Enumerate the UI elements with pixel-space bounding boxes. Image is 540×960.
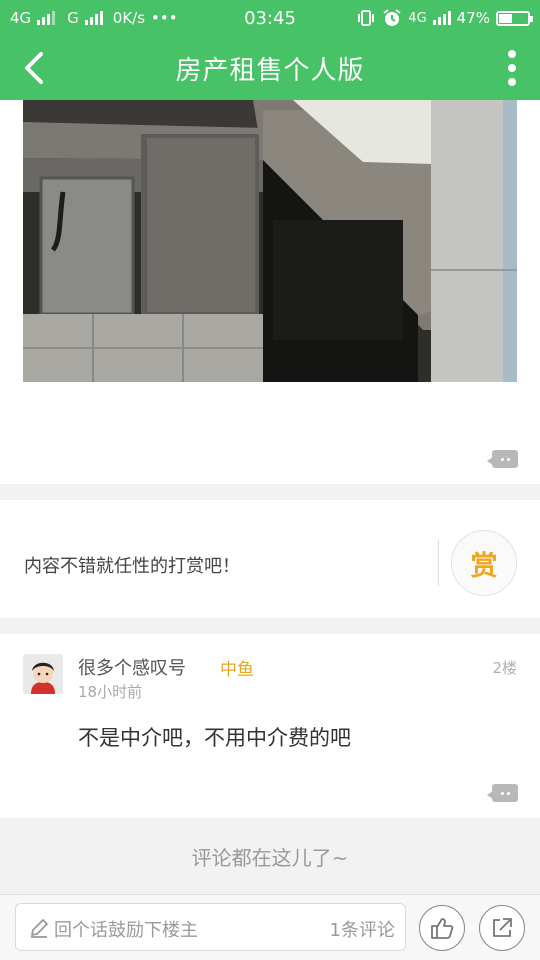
back-button[interactable] — [16, 50, 52, 86]
vibrate-icon — [358, 10, 375, 26]
reply-time: 18小时前 — [78, 683, 143, 701]
chevron-left-icon — [25, 52, 43, 84]
reward-divider — [438, 540, 439, 586]
reply-content: 不是中介吧，不用中介费的吧 — [78, 726, 351, 750]
notification-dots: ••• — [151, 9, 178, 27]
all-comments-label: 评论都在这儿了~ — [0, 818, 540, 894]
network-type-2: G — [67, 9, 79, 27]
pencil-icon — [31, 919, 48, 938]
reply-username[interactable]: 很多个感叹号 — [78, 654, 186, 680]
more-button[interactable] — [504, 48, 520, 88]
nav-bar: 房产租售个人版 — [0, 36, 540, 100]
kitchen-photo[interactable] — [23, 100, 517, 382]
more-vertical-icon — [508, 50, 516, 58]
post-body — [0, 100, 540, 484]
page-title: 房产租售个人版 — [175, 55, 365, 86]
thumbs-up-icon — [431, 918, 454, 939]
comment-count[interactable]: 1条评论 — [330, 916, 395, 942]
floor-number: 2楼 — [492, 659, 517, 677]
reward-button[interactable]: 赏 — [451, 530, 517, 596]
share-button[interactable] — [479, 905, 525, 951]
avatar[interactable] — [23, 654, 63, 694]
share-icon — [493, 918, 512, 937]
reward-card: 内容不错就任性的打赏吧！ 赏 — [0, 500, 540, 618]
status-bar: 4G G 0K/s ••• 03:45 4G 47% — [0, 0, 540, 36]
signal-icon-3 — [432, 11, 451, 25]
reply-comment-icon[interactable] — [487, 784, 518, 802]
reward-prompt: 内容不错就任性的打赏吧！ — [24, 556, 240, 577]
battery-percent: 47% — [456, 9, 490, 27]
signal-icon-2 — [84, 11, 103, 25]
reply-item: 很多个感叹号 中鱼 2楼 18小时前 不是中介吧，不用中介费的吧 — [0, 634, 540, 818]
comment-icon[interactable] — [487, 450, 518, 468]
comment-input[interactable]: 回个话鼓励下楼主 1条评论 — [15, 903, 406, 951]
like-button[interactable] — [419, 905, 465, 951]
network-speed: 0K/s — [112, 9, 146, 27]
bottom-bar: 回个话鼓励下楼主 1条评论 — [0, 894, 540, 960]
comment-placeholder: 回个话鼓励下楼主 — [54, 920, 198, 941]
network-type-1: 4G — [10, 9, 32, 27]
alarm-icon — [383, 9, 401, 26]
network-type-3: 4G — [408, 10, 427, 26]
user-level-badge: 中鱼 — [220, 660, 254, 680]
signal-icon — [37, 11, 56, 25]
battery-icon — [496, 10, 533, 26]
